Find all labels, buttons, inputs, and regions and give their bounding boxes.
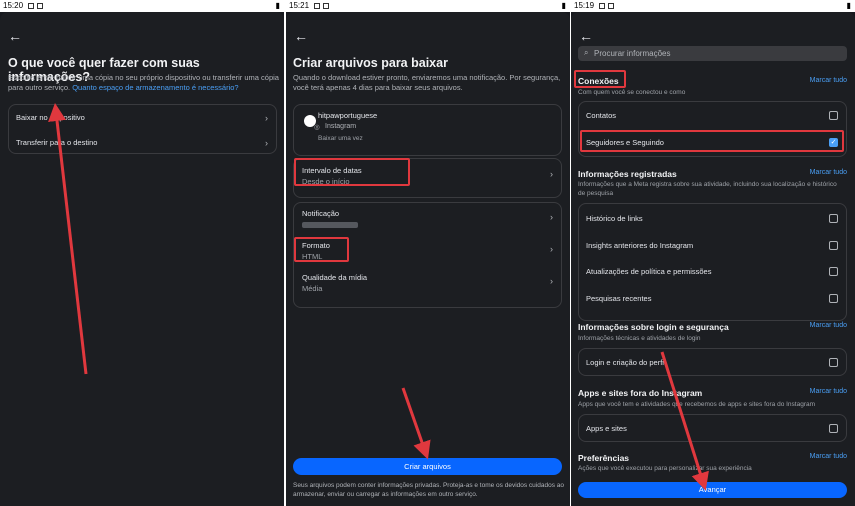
section-title-login: Informações sobre login e segurança: [578, 322, 729, 332]
page-description: Quando o download estiver pronto, enviar…: [293, 73, 561, 92]
screen: ← ⌕ Procurar informações Conexões Marcar…: [571, 12, 855, 506]
panel-download-choice: 15:20 ▮ ← O que você quer fazer com suas…: [0, 0, 284, 506]
checkbox[interactable]: [829, 358, 838, 367]
section-desc: Informações que a Meta registra sobre su…: [578, 181, 837, 197]
checkbox[interactable]: [829, 267, 838, 276]
mark-all-link[interactable]: Marcar tudo: [810, 77, 847, 84]
chevron-right-icon: ›: [550, 244, 553, 254]
section-title-preferences: Preferências: [578, 453, 630, 463]
section-desc: Informações técnicas e atividades de log…: [578, 335, 701, 342]
section-title-apps: Apps e sites fora do Instagram: [578, 388, 703, 398]
notification-icon: [28, 2, 35, 9]
privacy-footer: Seus arquivos podem conter informações p…: [293, 482, 564, 498]
option-label: Transferir para o destino: [16, 138, 98, 147]
highlight-box: [580, 130, 844, 152]
highlight-box: [574, 70, 626, 88]
checkbox-label: Insights anteriores do Instagram: [586, 241, 694, 250]
status-bar: 15:20 ▮: [0, 0, 284, 12]
storage-help-link[interactable]: Quanto espaço de armazenamento é necessá…: [72, 83, 238, 92]
search-icon: ⌕: [584, 48, 589, 57]
status-bar: 15:19 ▮: [571, 0, 855, 12]
chevron-right-icon: ›: [265, 138, 268, 148]
checkbox-label: Contatos: [586, 111, 617, 120]
back-arrow-icon[interactable]: ←: [294, 28, 308, 44]
notification-value-redacted: [302, 222, 358, 228]
checkbox-label: Login e criação do perfil: [586, 358, 666, 367]
advance-button[interactable]: Avançar: [578, 482, 847, 498]
option-download-device[interactable]: Baixar no dispositivo ›: [9, 113, 276, 129]
checkbox-row[interactable]: Atualizações de política e permissões: [579, 267, 846, 276]
panel-select-info: 15:19 ▮ ← ⌕ Procurar informações Conexõe…: [571, 0, 855, 506]
checkbox[interactable]: [829, 294, 838, 303]
checkbox-row[interactable]: Histórico de links: [579, 214, 846, 223]
status-time: 15:21: [289, 1, 310, 10]
checkbox[interactable]: [829, 241, 838, 250]
section-desc: Com quem você se conectou e como: [578, 89, 686, 96]
account-service: Instagram: [325, 123, 357, 130]
option-transfer[interactable]: Transferir para o destino ›: [9, 138, 276, 154]
mark-all-link[interactable]: Marcar tudo: [810, 453, 847, 460]
account-name: hitpawportuguese: [318, 111, 378, 120]
chevron-right-icon: ›: [265, 113, 268, 123]
checkbox-row[interactable]: Login e criação do perfil: [579, 358, 846, 367]
status-bar: 15:21 ▮: [286, 0, 570, 12]
checkbox-row-contacts[interactable]: Contatos: [579, 111, 846, 120]
checkbox[interactable]: [829, 424, 838, 433]
back-arrow-icon[interactable]: ←: [579, 28, 593, 44]
checkbox-label: Atualizações de política e permissões: [586, 267, 712, 276]
search-placeholder: Procurar informações: [594, 49, 671, 58]
checkbox-label: Pesquisas recentes: [586, 294, 652, 303]
media-quality-row[interactable]: Qualidade da mídia Média ›: [294, 273, 561, 297]
chevron-right-icon: ›: [550, 169, 553, 179]
highlight-box: [294, 158, 410, 186]
notification-icon: [314, 2, 321, 9]
chevron-right-icon: ›: [550, 212, 553, 222]
login-card: Login e criação do perfil: [578, 348, 847, 376]
checkbox-row[interactable]: Insights anteriores do Instagram: [579, 241, 846, 250]
mark-all-link[interactable]: Marcar tudo: [810, 388, 847, 395]
mark-all-link[interactable]: Marcar tudo: [810, 169, 847, 176]
section-desc: Ações que você executou para personaliza…: [578, 465, 752, 472]
mark-all-link[interactable]: Marcar tudo: [810, 322, 847, 329]
notification-icon: [37, 2, 44, 9]
page-title: Criar arquivos para baixar: [293, 56, 448, 70]
search-input[interactable]: ⌕ Procurar informações: [578, 46, 847, 61]
option-label: Baixar no dispositivo: [16, 113, 85, 122]
media-quality-label: Qualidade da mídia: [302, 273, 368, 282]
chevron-right-icon: ›: [550, 276, 553, 286]
notification-row[interactable]: Notificação ›: [294, 209, 561, 233]
instagram-icon: ◎: [314, 124, 320, 131]
screen: ← O que você quer fazer com suas informa…: [0, 12, 284, 506]
notification-label: Notificação: [302, 209, 340, 218]
checkbox-label: Histórico de links: [586, 214, 643, 223]
battery-icon: ▮: [275, 1, 280, 10]
panel-create-files: 15:21 ▮ ← Criar arquivos para baixar Qua…: [286, 0, 570, 506]
notification-icon: [599, 2, 606, 9]
notification-icon: [608, 2, 615, 9]
section-title-logged-info: Informações registradas: [578, 169, 677, 179]
battery-icon: ▮: [561, 1, 566, 10]
checkbox-label: Apps e sites: [586, 424, 627, 433]
checkbox-row[interactable]: Pesquisas recentes: [579, 294, 846, 303]
checkbox-row[interactable]: Apps e sites: [579, 424, 846, 433]
status-time: 15:20: [3, 1, 24, 10]
account-card: hitpawportuguese ◎ Instagram Baixar uma …: [293, 104, 562, 156]
screen: ← Criar arquivos para baixar Quando o do…: [286, 12, 570, 506]
notification-icon: [323, 2, 330, 9]
back-arrow-icon[interactable]: ←: [8, 28, 22, 44]
checkbox[interactable]: [829, 214, 838, 223]
apps-card: Apps e sites: [578, 414, 847, 442]
battery-icon: ▮: [846, 1, 851, 10]
account-frequency: Baixar uma vez: [318, 135, 363, 142]
section-desc: Apps que você tem e atividades que receb…: [578, 401, 816, 408]
page-description: Escolha entre baixar uma cópia no seu pr…: [8, 73, 280, 93]
checkbox[interactable]: [829, 111, 838, 120]
media-quality-value: Média: [302, 284, 323, 293]
status-time: 15:19: [574, 1, 595, 10]
create-files-button[interactable]: Criar arquivos: [293, 458, 562, 475]
logged-info-card: Histórico de links Insights anteriores d…: [578, 203, 847, 321]
options-card: Baixar no dispositivo › Transferir para …: [8, 104, 277, 154]
highlight-box: [294, 237, 349, 262]
